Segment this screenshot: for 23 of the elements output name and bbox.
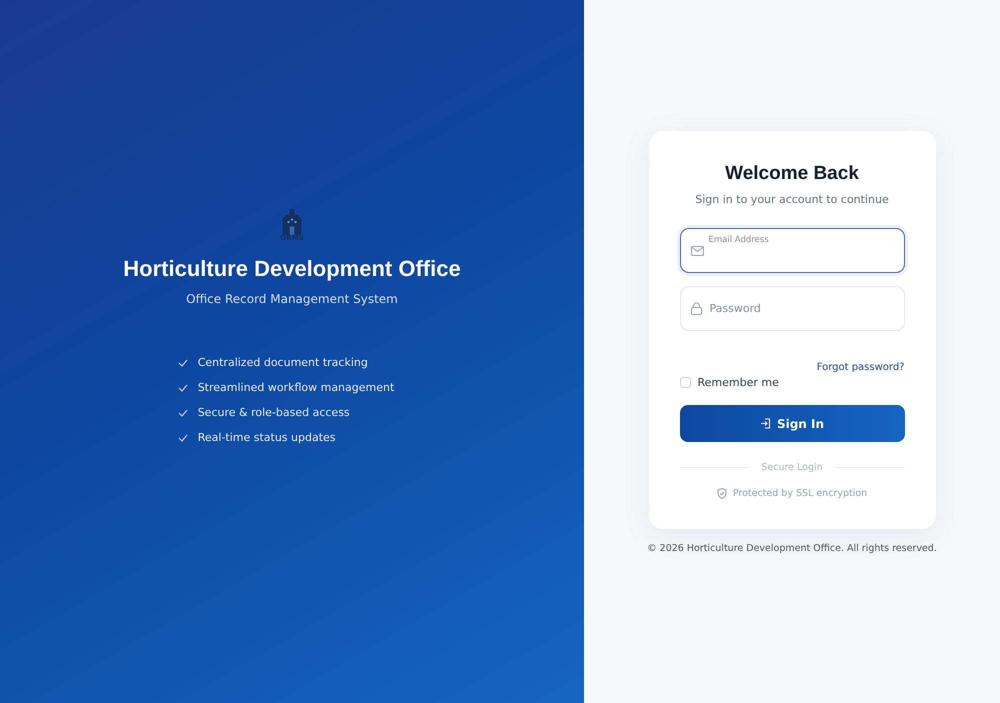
feature-text: Secure & role-based access xyxy=(198,406,350,419)
divider-label: Secure Login xyxy=(761,462,823,473)
feature-text: Real-time status updates xyxy=(198,431,336,444)
envelope-icon xyxy=(690,246,704,256)
check-icon xyxy=(178,384,188,392)
login-subtitle: Sign in to your account to continue xyxy=(694,193,890,206)
forgot-password-link[interactable]: Forgot password? xyxy=(816,362,904,373)
welcome-title: Welcome Back xyxy=(724,163,860,185)
copyright-text: © 2026 Horticulture Development Office. All rights reserved. xyxy=(647,543,937,554)
check-icon xyxy=(178,408,188,416)
system-subtitle: Office Record Management System xyxy=(186,292,398,306)
lock-icon xyxy=(690,302,702,315)
feature-text: Streamlined workflow management xyxy=(198,381,394,394)
feature-text: Centralized document tracking xyxy=(198,356,368,369)
office-title: Horticulture Development Office xyxy=(123,256,461,282)
shield-icon xyxy=(716,488,727,499)
check-icon xyxy=(178,358,188,366)
check-icon xyxy=(178,434,188,442)
sign-in-icon xyxy=(760,418,771,429)
remember-checkbox[interactable] xyxy=(680,377,690,388)
remember-label: Remember me xyxy=(698,376,779,389)
ssl-note: Protected by SSL encryption xyxy=(732,488,868,499)
sign-in-button[interactable]: Sign In xyxy=(680,405,904,442)
